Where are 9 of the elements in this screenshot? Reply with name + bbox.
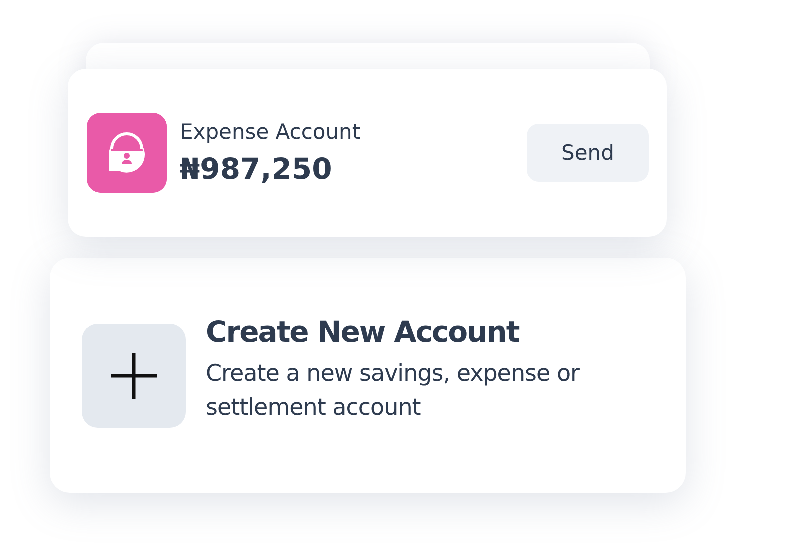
plus-icon [110, 352, 158, 400]
create-account-title: Create New Account [206, 314, 520, 348]
account-balance: ₦987,250 [180, 152, 334, 186]
lock-icon [87, 113, 167, 193]
create-account-card[interactable]: Create New Account Create a new savings, expense or settlement account [50, 258, 686, 493]
send-button[interactable]: Send [527, 124, 649, 182]
create-account-description: Create a new savings, expense or settlement account [206, 360, 581, 422]
account-name: Expense Account [180, 120, 362, 144]
add-tile[interactable] [82, 324, 186, 428]
